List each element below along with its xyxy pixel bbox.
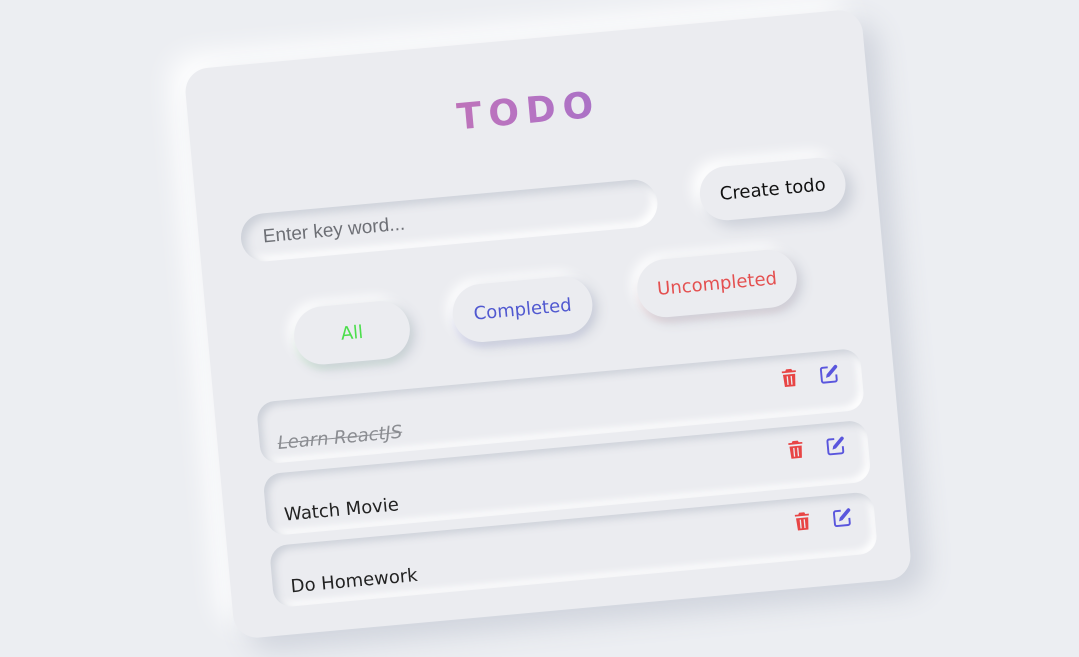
todo-actions	[777, 362, 841, 390]
todo-card: TODO Create todo All Completed Uncomplet…	[183, 8, 913, 640]
search-box[interactable]	[238, 177, 660, 264]
filter-completed-button[interactable]: Completed	[450, 274, 595, 345]
app-stage: TODO Create todo All Completed Uncomplet…	[0, 0, 1079, 657]
edit-icon[interactable]	[823, 434, 847, 458]
todo-text: Learn ReactJS	[276, 421, 404, 454]
todo-text: Watch Movie	[283, 494, 400, 526]
create-todo-button[interactable]: Create todo	[697, 155, 848, 223]
filter-all-button[interactable]: All	[291, 298, 413, 367]
todo-actions	[790, 505, 854, 533]
trash-icon[interactable]	[783, 437, 807, 461]
search-input[interactable]	[259, 189, 659, 250]
edit-icon[interactable]	[817, 362, 841, 386]
trash-icon[interactable]	[777, 365, 801, 389]
filter-uncompleted-button[interactable]: Uncompleted	[634, 247, 800, 320]
todo-text: Do Homework	[289, 564, 419, 598]
edit-icon[interactable]	[830, 505, 854, 529]
trash-icon[interactable]	[790, 509, 814, 533]
app-title: TODO	[188, 60, 869, 162]
todo-actions	[783, 434, 847, 462]
